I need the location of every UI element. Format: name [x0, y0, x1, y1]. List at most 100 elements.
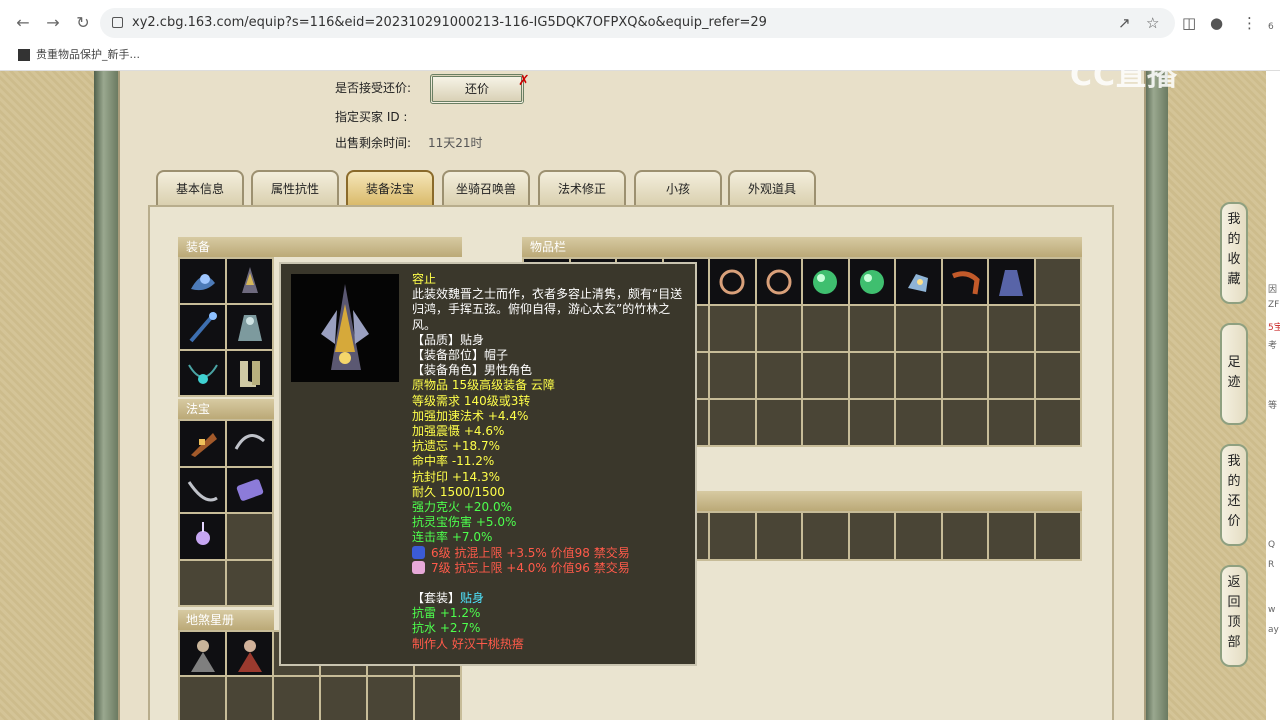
tab-equipment[interactable]: 装备法宝: [346, 170, 434, 206]
inventory-slot-20[interactable]: [849, 306, 894, 351]
star-card-9[interactable]: [274, 677, 319, 720]
storage-slot-11[interactable]: [989, 513, 1034, 559]
inventory-slot-33[interactable]: [896, 353, 941, 398]
helmet-icon: [321, 284, 369, 370]
nav-my-counter-offers[interactable]: 我的还价: [1220, 444, 1248, 546]
inventory-slot-6[interactable]: [756, 259, 801, 304]
inventory-slot-10[interactable]: [942, 259, 987, 304]
tab-basic-info[interactable]: 基本信息: [156, 170, 244, 206]
star-card-10[interactable]: [321, 677, 366, 720]
nav-back-to-top[interactable]: 返回顶部: [1220, 565, 1248, 667]
bookmark-item[interactable]: 贵重物品保护_新手...: [18, 46, 140, 62]
storage-slot-7[interactable]: [803, 513, 848, 559]
treasure-slot-8[interactable]: [227, 560, 272, 605]
equip-slot-6[interactable]: [227, 351, 272, 395]
storage-slot-12[interactable]: [1035, 513, 1080, 559]
nav-my-favorites[interactable]: 我的收藏: [1220, 202, 1248, 304]
treasure-slot-3[interactable]: [180, 467, 225, 512]
inventory-header: 物品栏: [522, 237, 1082, 257]
star-icon[interactable]: ☆: [1146, 12, 1159, 34]
inventory-slot-31[interactable]: [803, 353, 848, 398]
jade-orb-icon: [859, 269, 884, 294]
inventory-slot-18[interactable]: [756, 306, 801, 351]
inventory-slot-21[interactable]: [896, 306, 941, 351]
item-image: [291, 274, 399, 382]
inventory-slot-23[interactable]: [989, 306, 1034, 351]
inventory-slot-44[interactable]: [849, 400, 894, 445]
tab-mounts-pets[interactable]: 坐骑召唤兽: [442, 170, 530, 206]
share-icon[interactable]: ↗: [1118, 12, 1131, 34]
storage-slot-5[interactable]: [710, 513, 755, 559]
inventory-slot-36[interactable]: [1035, 353, 1080, 398]
inventory-slot-5[interactable]: [710, 259, 755, 304]
counter-offer-button[interactable]: 还价: [430, 74, 524, 104]
url-text[interactable]: xy2.cbg.163.com/equip?s=116&eid=20231029…: [132, 8, 767, 38]
equip-slot-2[interactable]: [227, 259, 272, 303]
equip-slot-4[interactable]: [227, 305, 272, 349]
inventory-slot-29[interactable]: [710, 353, 755, 398]
sidepanel-icon[interactable]: ◫: [1182, 12, 1196, 34]
inventory-slot-11[interactable]: [989, 259, 1034, 304]
item-stat: 抗封印 +14.3%: [412, 469, 500, 484]
profile-icon[interactable]: ●: [1210, 12, 1223, 34]
storage-slot-6[interactable]: [756, 513, 801, 559]
tab-appearance[interactable]: 外观道具: [728, 170, 816, 206]
inventory-slot-17[interactable]: [710, 306, 755, 351]
inventory-slot-7[interactable]: [803, 259, 848, 304]
treasure-slot-4[interactable]: [227, 467, 272, 512]
staff-icon: [188, 311, 217, 343]
star-card-11[interactable]: [368, 677, 413, 720]
pink-gem-icon: [412, 560, 425, 574]
star-card-1[interactable]: [180, 632, 225, 675]
inventory-slot-48[interactable]: [1035, 400, 1080, 445]
inventory-slot-34[interactable]: [942, 353, 987, 398]
treasure-slot-7[interactable]: [180, 560, 225, 605]
star-card-8[interactable]: [227, 677, 272, 720]
storage-slot-8[interactable]: [849, 513, 894, 559]
treasure-slot-5[interactable]: [180, 514, 225, 559]
address-bar[interactable]: xy2.cbg.163.com/equip?s=116&eid=20231029…: [100, 8, 1175, 38]
inventory-slot-47[interactable]: [989, 400, 1034, 445]
equip-slot-1[interactable]: [180, 259, 225, 303]
treasure-slot-1[interactable]: [180, 421, 225, 466]
inventory-slot-24[interactable]: [1035, 306, 1080, 351]
treasure-slot-2[interactable]: [227, 421, 272, 466]
inventory-slot-30[interactable]: [756, 353, 801, 398]
equip-slot-5[interactable]: [180, 351, 225, 395]
treasure-slot-6[interactable]: [227, 514, 272, 559]
inventory-slot-45[interactable]: [896, 400, 941, 445]
star-card-12[interactable]: [415, 677, 460, 720]
strip-text-9: w: [1268, 605, 1276, 615]
item-bonus: 抗灵宝伤害 +5.0%: [412, 515, 517, 530]
tab-children[interactable]: 小孩: [634, 170, 722, 206]
treasure-grid: [178, 419, 274, 607]
storage-slot-10[interactable]: [942, 513, 987, 559]
reload-icon[interactable]: ↻: [72, 12, 94, 34]
forward-arrow-icon[interactable]: →: [42, 12, 64, 34]
inventory-slot-22[interactable]: [942, 306, 987, 351]
inventory-slot-41[interactable]: [710, 400, 755, 445]
inventory-slot-42[interactable]: [756, 400, 801, 445]
back-arrow-icon[interactable]: ←: [12, 12, 34, 34]
inventory-slot-12[interactable]: [1035, 259, 1080, 304]
gem-text-1: 6级 抗混上限 +3.5% 价值98 禁交易: [431, 545, 630, 560]
star-card-7[interactable]: [180, 677, 225, 720]
tab-spell-mods[interactable]: 法术修正: [538, 170, 626, 206]
storage-slot-9[interactable]: [896, 513, 941, 559]
nav-footprints[interactable]: 足迹: [1220, 323, 1248, 425]
inventory-slot-32[interactable]: [849, 353, 894, 398]
item-maker: 制作人 好汉干桃热瘩: [412, 636, 524, 651]
inventory-slot-9[interactable]: [896, 259, 941, 304]
equip-slot-3[interactable]: [180, 305, 225, 349]
star-card-2[interactable]: [227, 632, 272, 675]
inventory-slot-35[interactable]: [989, 353, 1034, 398]
inventory-slot-8[interactable]: [849, 259, 894, 304]
inventory-slot-43[interactable]: [803, 400, 848, 445]
strip-text-1: 6: [1268, 22, 1274, 32]
inventory-slot-46[interactable]: [942, 400, 987, 445]
inventory-slot-19[interactable]: [803, 306, 848, 351]
beads-icon: [766, 269, 792, 294]
menu-icon[interactable]: ⋮: [1242, 12, 1257, 34]
tab-attributes[interactable]: 属性抗性: [251, 170, 339, 206]
